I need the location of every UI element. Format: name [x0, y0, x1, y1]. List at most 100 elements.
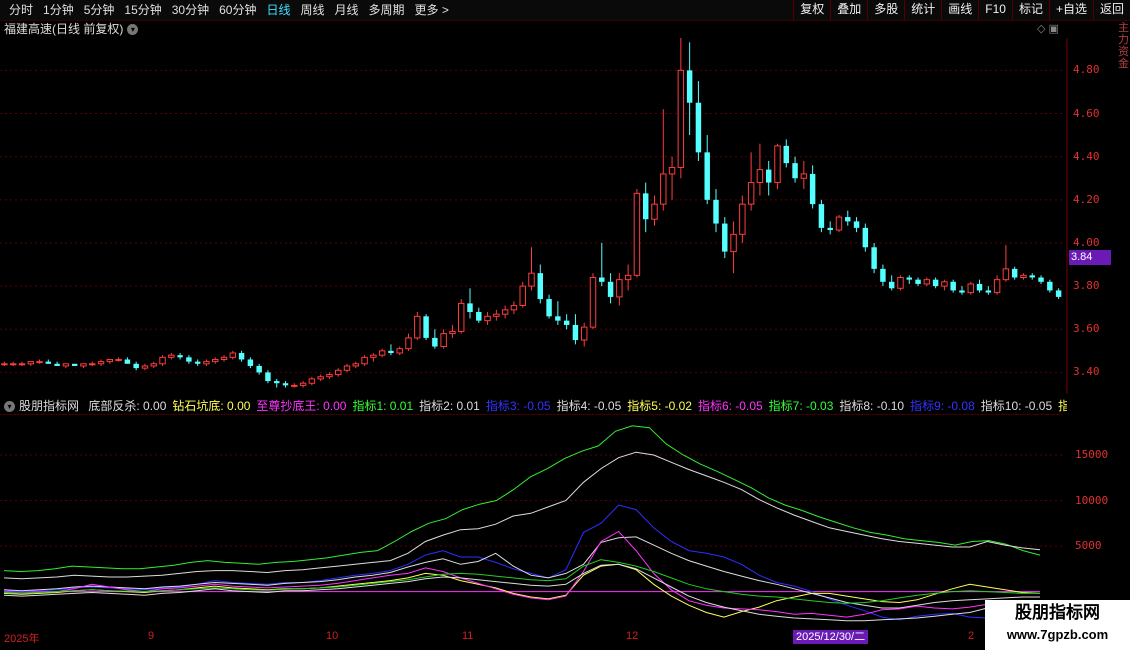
candle-body [537, 273, 544, 300]
candle-body [282, 383, 289, 386]
toolbar-button[interactable]: 画线 [941, 0, 978, 20]
indicator-chart[interactable] [0, 414, 1063, 628]
indicator-legend-item: 指标3: -0.05 [485, 399, 551, 413]
toolbar-button[interactable]: F10 [978, 0, 1012, 20]
indicator-line [3, 425, 1041, 573]
date-tick-label: 10 [326, 630, 339, 642]
candle-body [1, 363, 8, 366]
candle-body [388, 350, 394, 354]
toolbar-button[interactable]: 返回 [1092, 0, 1130, 20]
toolbar-button[interactable]: +自选 [1048, 0, 1093, 20]
candle-body [800, 173, 808, 179]
candle-body [818, 204, 825, 228]
chart-title-text: 福建高速(日线 前复权) [4, 22, 124, 36]
period-tab[interactable]: 月线 [330, 0, 364, 20]
candle-body [405, 337, 412, 350]
indicator-tick-label: 15000 [1075, 447, 1109, 461]
period-tab[interactable]: 多周期 [364, 0, 410, 20]
indicator-legend-item: 指标5: -0.02 [627, 399, 692, 413]
candle-body [256, 365, 262, 373]
candle-body [106, 358, 114, 363]
watermark-title: 股朋指标网 [1015, 603, 1100, 622]
toolbar-button[interactable]: 统计 [904, 0, 941, 20]
candle-body [124, 359, 131, 364]
side-vertical-text: 主力资金 [1118, 22, 1129, 70]
candle-body [265, 372, 271, 382]
candle-body [730, 233, 737, 253]
candle-body [739, 203, 746, 235]
candle-body [888, 281, 895, 289]
period-tab[interactable]: 周线 [295, 0, 329, 20]
candlestick-chart[interactable] [0, 38, 1113, 394]
candle-body [589, 276, 597, 328]
chart-tools: ◇ ▣ [1037, 22, 1059, 35]
watermark-url: www.7gpzb.com [1006, 627, 1109, 642]
candle-body [378, 350, 386, 356]
indicator-legend-item: 指标2: 0.01 [419, 399, 480, 413]
candle-body [915, 279, 921, 284]
indicator-line [3, 451, 1041, 580]
period-tab[interactable]: 日线 [261, 0, 295, 20]
chart-title[interactable]: 福建高速(日线 前复权) ▾ [4, 21, 139, 37]
price-tick-label: 3.80 [1073, 279, 1100, 293]
top-toolbar: 分时 1分钟 5分钟 15分钟 30分钟 60分钟 日线 周线 月线 多周期 更多 > 复权 叠加 多股… [0, 0, 1130, 21]
candle-body [967, 283, 974, 294]
period-tab[interactable]: 更多 > [410, 0, 454, 20]
window-icon[interactable]: ▣ [1049, 23, 1059, 35]
candle-body [932, 279, 939, 287]
indicator-legend-item: 指标1 [1058, 399, 1067, 413]
period-tabs: 分时 1分钟 5分钟 15分钟 30分钟 60分钟 日线 周线 月线 多周期 更多 > [4, 0, 454, 20]
candle-body [809, 173, 816, 205]
candle-body [897, 276, 904, 289]
candle-body [168, 354, 175, 358]
price-tick-label: 4.60 [1073, 106, 1100, 120]
candle-body [950, 281, 956, 291]
candle-body [220, 356, 228, 360]
candle-body [756, 169, 764, 184]
toolbar-button[interactable]: 叠加 [830, 0, 867, 20]
candle-body [1047, 281, 1053, 291]
indicator-line [3, 504, 1041, 621]
toolbar-button[interactable]: 多股 [867, 0, 904, 20]
candle-body [440, 333, 447, 348]
candle-body [713, 199, 719, 224]
chevron-down-icon[interactable]: ▾ [4, 401, 15, 413]
candle-body [457, 302, 465, 332]
period-tab[interactable]: 60分钟 [214, 0, 261, 20]
period-tab[interactable]: 分时 [4, 0, 38, 20]
candle-body [133, 363, 139, 369]
candle-body [845, 217, 851, 222]
toolbar-button[interactable]: 复权 [793, 0, 830, 20]
candle-body [361, 356, 368, 365]
period-tab[interactable]: 1分钟 [38, 0, 79, 20]
candle-body [599, 277, 605, 282]
candle-body [862, 227, 869, 248]
candle-body [414, 315, 421, 339]
candle-body [607, 281, 614, 297]
candle-body [1020, 274, 1027, 278]
candle-body [668, 166, 676, 175]
candle-body [572, 324, 579, 341]
candle-body [343, 365, 351, 371]
candle-body [335, 369, 342, 376]
candle-body [774, 145, 781, 184]
candle-body [62, 363, 70, 367]
candle-body [326, 374, 333, 378]
candle-body [704, 152, 710, 200]
period-tab[interactable]: 5分钟 [79, 0, 120, 20]
candle-body [959, 290, 965, 293]
chevron-down-icon[interactable]: ▾ [127, 24, 139, 36]
candle-body [467, 303, 473, 313]
period-tab[interactable]: 30分钟 [167, 0, 214, 20]
indicator-name: 股朋指标网 [19, 399, 80, 413]
indicator-legend-item: 指标9: -0.08 [910, 399, 975, 413]
diamond-icon[interactable]: ◇ [1037, 23, 1045, 35]
toolbar-button[interactable]: 标记 [1011, 0, 1049, 20]
candle-body [677, 69, 685, 168]
candle-body [212, 358, 219, 363]
indicator-legend-item: 至尊抄底王: 0.00 [256, 399, 347, 413]
candle-body [642, 193, 649, 220]
indicator-legend-item: 指标10: -0.05 [980, 399, 1053, 413]
period-tab[interactable]: 15分钟 [119, 0, 166, 20]
candle-body [141, 365, 149, 369]
